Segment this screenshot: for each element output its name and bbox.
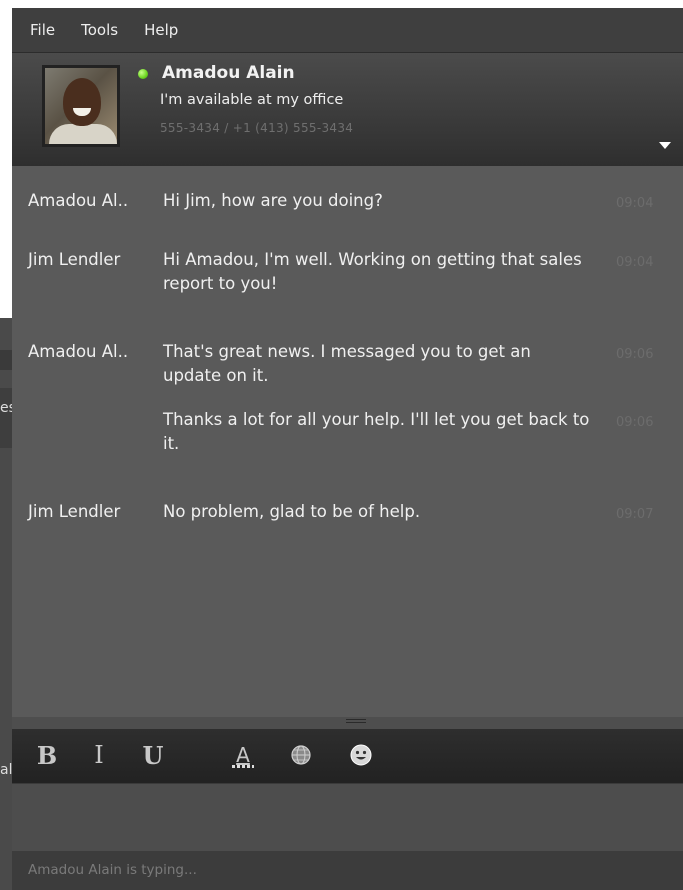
contact-header: Amadou Alain I'm available at my office …: [12, 53, 683, 167]
chevron-down-icon[interactable]: [659, 142, 671, 149]
bold-button[interactable]: B: [34, 735, 60, 775]
underline-button[interactable]: U: [140, 735, 166, 775]
message-sender: Jim Lendler: [28, 502, 121, 521]
menu-help[interactable]: Help: [144, 21, 178, 39]
chat-window: File Tools Help Amadou Alain I'm availab…: [12, 8, 683, 890]
conversation-history[interactable]: Amadou Al.. Hi Jim, how are you doing? 0…: [12, 166, 683, 717]
menu-tools[interactable]: Tools: [81, 21, 118, 39]
message-time: 09:04: [616, 196, 654, 211]
smiley-icon: [350, 744, 372, 766]
font-color-label: A: [236, 742, 250, 767]
font-color-button[interactable]: A: [228, 735, 258, 775]
italic-button[interactable]: I: [88, 735, 110, 775]
status-bar: Amadou Alain is typing...: [12, 851, 683, 890]
avatar[interactable]: [42, 65, 120, 147]
globe-button[interactable]: [286, 735, 316, 775]
message-sender: Amadou Al..: [28, 342, 129, 361]
message-text: Thanks a lot for all your help. I'll let…: [163, 410, 590, 453]
emoticon-button[interactable]: [346, 735, 376, 775]
menu-bar: File Tools Help: [12, 8, 683, 53]
contact-phone: 555-3434 / +1 (413) 555-3434: [160, 121, 354, 135]
message-text: Hi Amadou, I'm well. Working on getting …: [163, 250, 582, 293]
message-sender: Amadou Al..: [28, 191, 129, 210]
message-text: No problem, glad to be of help.: [163, 502, 421, 521]
menu-file[interactable]: File: [30, 21, 55, 39]
message-input[interactable]: [12, 783, 683, 852]
presence-available-icon: [138, 69, 148, 79]
typing-indicator: Amadou Alain is typing...: [28, 862, 197, 878]
contact-name: Amadou Alain: [162, 63, 295, 83]
message-time: 09:07: [616, 507, 654, 522]
contact-status-message: I'm available at my office: [160, 92, 344, 108]
message-text: Hi Jim, how are you doing?: [163, 191, 383, 210]
globe-icon: [291, 745, 311, 765]
font-color-swatch: [232, 764, 254, 768]
formatting-toolbar: B I U A: [12, 729, 683, 783]
message-time: 09:06: [616, 347, 654, 362]
background-window-text: al: [0, 762, 13, 778]
message-sender: Jim Lendler: [28, 250, 121, 269]
message-text: That's great news. I messaged you to get…: [163, 342, 531, 385]
message-time: 09:06: [616, 415, 654, 430]
splitter-grip-icon[interactable]: [346, 719, 366, 723]
message-time: 09:04: [616, 255, 654, 270]
